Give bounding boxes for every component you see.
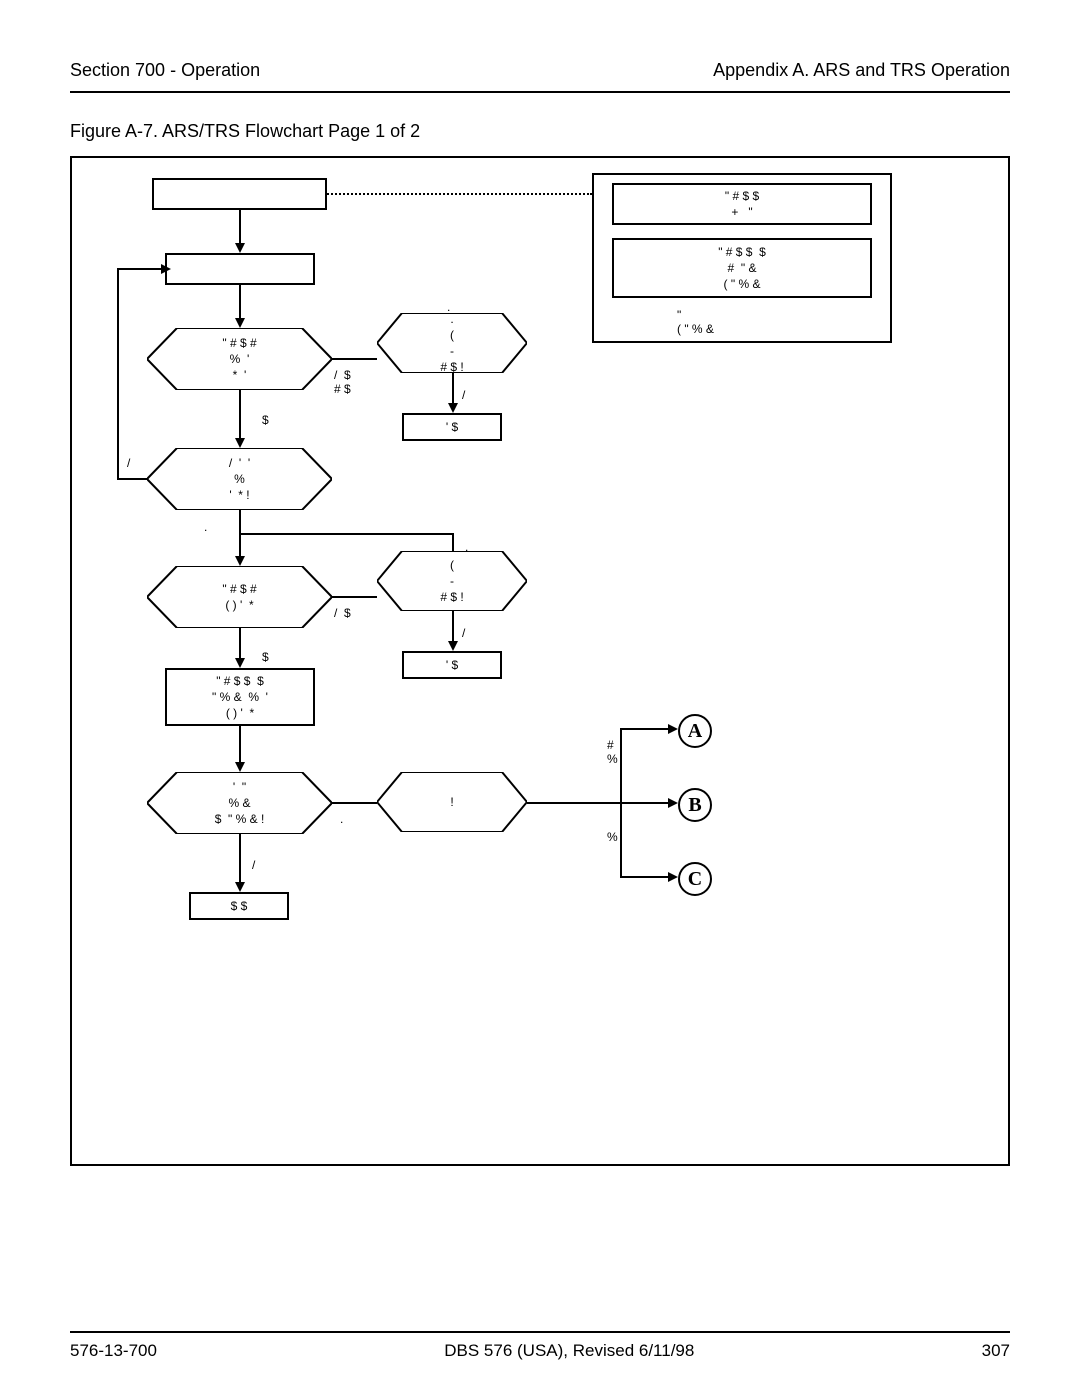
- legend-note: " ( " % &: [677, 308, 714, 336]
- footer-center: DBS 576 (USA), Revised 6/11/98: [444, 1341, 694, 1361]
- legend-item-2: " # $ $ $ # " & ( " % &: [612, 238, 872, 298]
- dec1-no-label: / $ # $: [334, 368, 351, 396]
- decision-3-right: ( - # $ !: [377, 551, 527, 611]
- dec3-yes-label: $: [262, 650, 269, 664]
- dec3-no-label: / $: [334, 606, 351, 620]
- dec1rt-yes-label: /: [462, 388, 465, 402]
- header-left: Section 700 - Operation: [70, 60, 260, 81]
- dec4-dot: .: [340, 812, 343, 826]
- decision-4-right: !: [377, 772, 527, 832]
- start-block: [152, 178, 327, 210]
- decision-2: / ' ' % ' * !: [147, 448, 332, 510]
- decision-4: ' " % & $ " % & !: [147, 772, 332, 834]
- terminator-3: $ $: [189, 892, 289, 920]
- step-1: [165, 253, 315, 285]
- connector-A-label: # %: [607, 738, 618, 766]
- connector-B: B: [678, 788, 712, 822]
- decision-1: " # $ # % ' * ': [147, 328, 332, 390]
- dec2-dot: .: [204, 520, 207, 534]
- dec4-yes-label: /: [252, 858, 255, 872]
- header-right: Appendix A. ARS and TRS Operation: [713, 60, 1010, 81]
- terminator-2: ' $: [402, 651, 502, 679]
- decision-1-right: . ( - # $ !: [377, 313, 527, 373]
- dec3rt-yes-label: /: [462, 626, 465, 640]
- footer-left: 576-13-700: [70, 1341, 157, 1361]
- dec1-yes-label: $: [262, 413, 269, 427]
- process-box: " # $ $ $ " % & % ' ( ) ' *: [165, 668, 315, 726]
- terminator-1: ' $: [402, 413, 502, 441]
- connector-B-label: %: [607, 830, 618, 844]
- figure-caption: Figure A-7. ARS/TRS Flowchart Page 1 of …: [70, 121, 1010, 142]
- connector-A: A: [678, 714, 712, 748]
- legend-item-1: " # $ $ + ": [612, 183, 872, 225]
- connector-C: C: [678, 862, 712, 896]
- decision-3: " # $ # ( ) ' *: [147, 566, 332, 628]
- dec2-yes-label: /: [127, 456, 130, 470]
- flowchart-canvas: " # $ $ + " " # $ $ $ # " & ( " % & " ( …: [70, 156, 1010, 1166]
- footer-right: 307: [982, 1341, 1010, 1361]
